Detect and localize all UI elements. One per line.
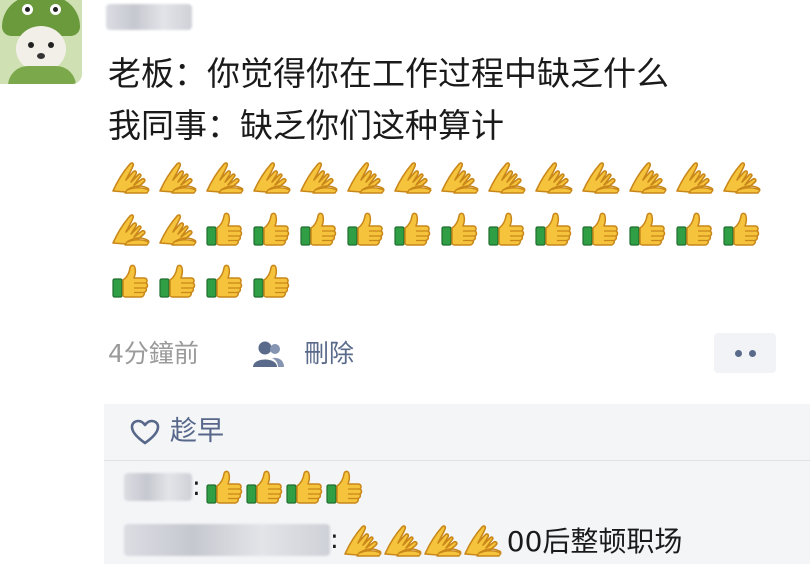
thumbs-up-emoji-icon xyxy=(245,468,285,506)
thumbs-up-emoji-icon xyxy=(202,259,248,303)
post-time: 4分鐘前 xyxy=(108,339,199,368)
blurred-commenter-name[interactable] xyxy=(124,524,330,556)
comment-emojis xyxy=(343,521,503,559)
avatar[interactable] xyxy=(0,0,82,84)
pinch-emoji-icon xyxy=(202,155,248,199)
comment-2[interactable]: : 00后整顿职场 xyxy=(124,520,682,560)
post-emoji-row-3 xyxy=(108,259,295,303)
pinch-emoji-icon xyxy=(672,155,718,199)
pinch-emoji-icon xyxy=(719,155,765,199)
thumbs-up-emoji-icon xyxy=(108,259,154,303)
thumbs-up-emoji-icon xyxy=(296,207,342,251)
pinch-emoji-icon xyxy=(390,155,436,199)
post-emoji-row-1 xyxy=(108,155,765,199)
comment-1[interactable]: : xyxy=(124,468,365,506)
comment-colon: : xyxy=(330,525,339,555)
thumbs-up-emoji-icon xyxy=(343,207,389,251)
pinch-emoji-icon xyxy=(108,155,154,199)
thumbs-up-emoji-icon xyxy=(672,207,718,251)
pinch-emoji-icon xyxy=(484,155,530,199)
post-emoji-row-2 xyxy=(108,207,765,251)
pinch-emoji-icon xyxy=(625,155,671,199)
pinch-emoji-icon xyxy=(249,155,295,199)
thumbs-up-emoji-icon xyxy=(484,207,530,251)
pinch-emoji-icon xyxy=(383,521,423,559)
comment-emojis xyxy=(205,468,365,506)
thumbs-up-emoji-icon xyxy=(202,207,248,251)
pinch-emoji-icon xyxy=(155,155,201,199)
pinch-emoji-icon xyxy=(155,207,201,251)
thumbs-up-emoji-icon xyxy=(531,207,577,251)
thumbs-up-emoji-icon xyxy=(390,207,436,251)
pinch-emoji-icon xyxy=(423,521,463,559)
pinch-emoji-icon xyxy=(463,521,503,559)
thumbs-up-emoji-icon xyxy=(285,468,325,506)
thumbs-up-emoji-icon xyxy=(155,259,201,303)
thumbs-up-emoji-icon xyxy=(325,468,365,506)
heart-icon xyxy=(130,419,160,445)
post-text-line-2: 我同事：缺乏你们这种算计 xyxy=(108,106,504,145)
thumbs-up-emoji-icon xyxy=(249,259,295,303)
pinch-emoji-icon xyxy=(296,155,342,199)
more-dots-icon[interactable] xyxy=(714,333,776,373)
comment-colon: : xyxy=(192,472,201,502)
thumbs-up-emoji-icon xyxy=(437,207,483,251)
pinch-emoji-icon xyxy=(437,155,483,199)
like-user-name[interactable]: 趁早 xyxy=(170,414,224,450)
thumbs-up-emoji-icon xyxy=(205,468,245,506)
thumbs-up-emoji-icon xyxy=(719,207,765,251)
panel-divider xyxy=(104,460,810,461)
thumbs-up-emoji-icon xyxy=(249,207,295,251)
comment-text: 00后整顿职场 xyxy=(506,525,683,558)
blurred-username[interactable] xyxy=(106,4,192,30)
post-text-line-1: 老板：你觉得你在工作过程中缺乏什么 xyxy=(108,54,669,93)
pinch-emoji-icon xyxy=(108,207,154,251)
blurred-commenter-name[interactable] xyxy=(124,473,192,501)
thumbs-up-emoji-icon xyxy=(578,207,624,251)
avatar-body xyxy=(8,66,76,84)
pinch-emoji-icon xyxy=(343,521,383,559)
pinch-emoji-icon xyxy=(531,155,577,199)
pinch-emoji-icon xyxy=(578,155,624,199)
person-icon xyxy=(250,340,286,372)
likes-row: 趁早 xyxy=(130,414,224,450)
thumbs-up-emoji-icon xyxy=(625,207,671,251)
delete-link[interactable]: 刪除 xyxy=(304,338,354,370)
pinch-emoji-icon xyxy=(343,155,389,199)
